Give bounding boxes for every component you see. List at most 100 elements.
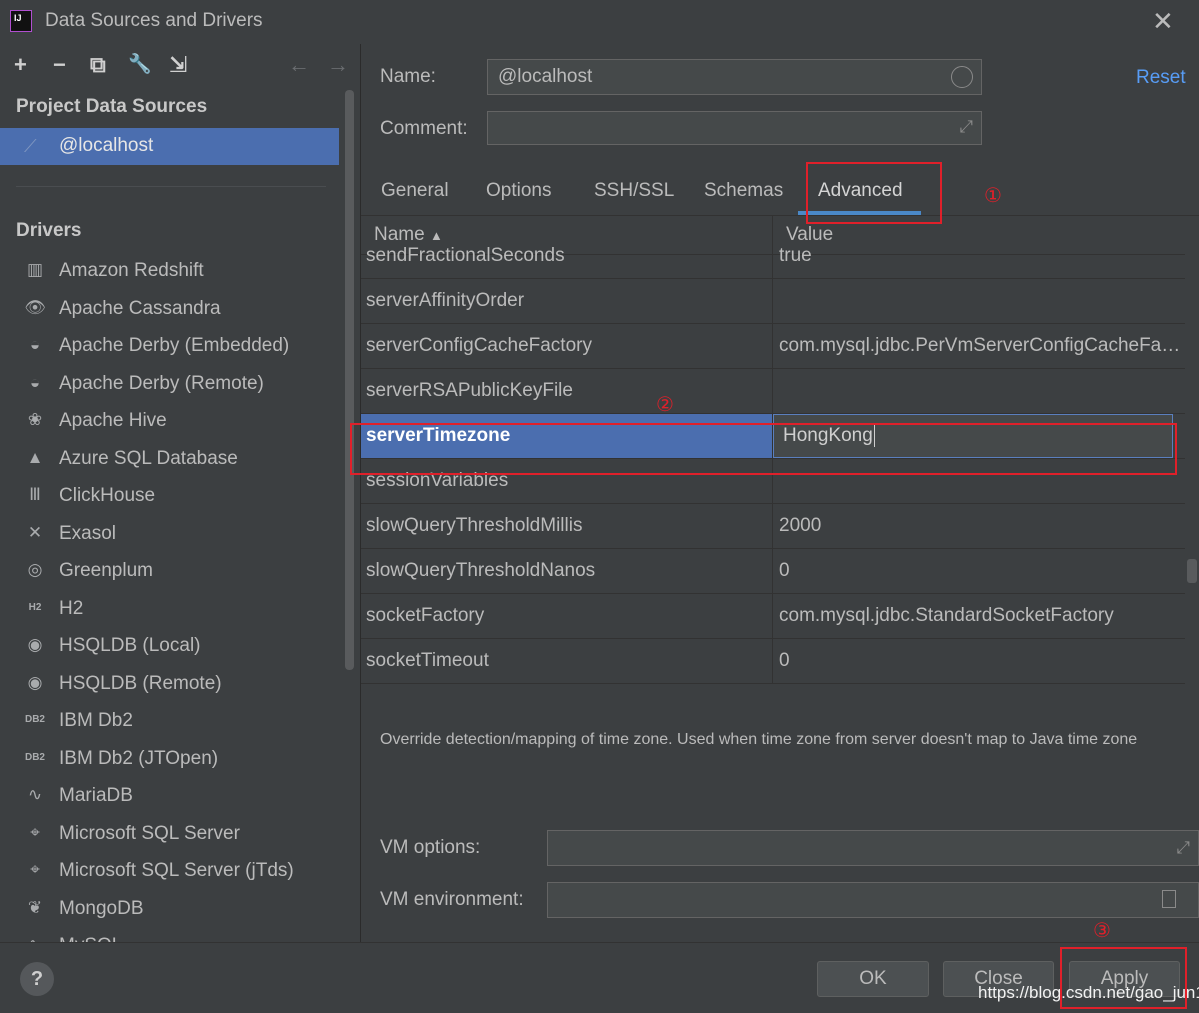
tab-schemas[interactable]: Schemas: [704, 180, 783, 202]
copy-icon[interactable]: ⧉: [90, 52, 106, 78]
table-row[interactable]: socketTimeout 0: [361, 639, 1185, 684]
table-row[interactable]: serverAffinityOrder: [361, 279, 1185, 324]
driver-label: MySQL: [59, 935, 122, 942]
driver-item[interactable]: ◒ Apache Derby (Embedded): [0, 328, 345, 365]
document-icon[interactable]: [1162, 890, 1176, 908]
driver-icon: ◒: [29, 372, 41, 392]
annotation-number-1: ①: [984, 185, 1002, 207]
table-row[interactable]: sendFractionalSeconds true: [361, 234, 1185, 279]
property-value: com.mysql.jdbc.PerVmServerConfigCacheFac…: [779, 335, 1181, 356]
driver-item[interactable]: ∿ MySQL: [0, 928, 345, 942]
name-label: Name:: [380, 66, 436, 87]
driver-icon: DB2: [24, 714, 45, 725]
left-scrollbar[interactable]: [345, 90, 354, 670]
driver-label: Exasol: [59, 522, 117, 544]
driver-label: HSQLDB (Local): [59, 635, 201, 656]
remove-icon[interactable]: −: [53, 52, 66, 78]
import-icon[interactable]: ⇲: [169, 52, 187, 78]
reset-link[interactable]: Reset: [1136, 67, 1186, 89]
driver-icon: ✕: [27, 522, 43, 542]
property-name: slowQueryThresholdNanos: [366, 560, 596, 581]
table-scrollbar-thumb[interactable]: [1187, 559, 1197, 583]
table-row[interactable]: socketFactory com.mysql.jdbc.StandardSock…: [361, 594, 1185, 639]
driver-icon: ∿: [22, 935, 48, 942]
driver-icon: ∿: [27, 785, 43, 804]
driver-item[interactable]: ❀ Apache Hive: [0, 403, 345, 440]
property-value: [779, 369, 1181, 413]
driver-item[interactable]: ◒ Apache Derby (Remote): [0, 366, 345, 403]
annotation-box-servertimezone: [350, 423, 1177, 475]
driver-item[interactable]: ▥ Amazon Redshift: [0, 253, 345, 290]
driver-icon: ◒: [29, 335, 41, 354]
table-row[interactable]: serverRSAPublicKeyFile: [361, 369, 1185, 414]
driver-label: Azure SQL Database: [59, 447, 238, 469]
tab-ssh-ssl[interactable]: SSH/SSL: [594, 180, 674, 202]
color-circle-icon[interactable]: [951, 66, 973, 88]
vm-environment-label: VM environment:: [380, 889, 524, 910]
divider: [16, 186, 326, 187]
driver-label: Apache Derby (Remote): [59, 372, 264, 394]
data-source-item-localhost[interactable]: ⟋ @localhost: [0, 128, 339, 165]
driver-label: Apache Hive: [59, 410, 167, 431]
driver-item[interactable]: H2 H2: [0, 591, 345, 628]
comment-label: Comment:: [380, 118, 468, 139]
help-button[interactable]: ?: [20, 962, 54, 996]
driver-item[interactable]: ◉ HSQLDB (Remote): [0, 666, 345, 703]
driver-icon: DB2: [24, 751, 45, 763]
driver-icon: ❦: [27, 897, 43, 917]
driver-item[interactable]: ◉ HSQLDB (Local): [0, 628, 345, 665]
driver-icon: Ⅲ: [29, 485, 41, 504]
table-row[interactable]: slowQueryThresholdNanos 0: [361, 549, 1185, 594]
annotation-box-advanced: [806, 162, 942, 224]
driver-item[interactable]: ✕ Exasol: [0, 516, 345, 553]
driver-item[interactable]: DB2 IBM Db2 (JTOpen): [0, 741, 345, 778]
close-window-icon[interactable]: ✕: [1152, 6, 1174, 37]
back-arrow-icon[interactable]: ←: [288, 52, 310, 78]
driver-label: MongoDB: [59, 897, 144, 919]
name-value: @localhost: [498, 66, 593, 87]
driver-label: Amazon Redshift: [59, 260, 204, 281]
driver-item[interactable]: ⌖ Microsoft SQL Server (jTds): [0, 853, 345, 890]
forward-arrow-icon[interactable]: →: [327, 52, 349, 78]
driver-label: H2: [59, 597, 84, 619]
vm-options-input[interactable]: ⤢: [547, 830, 1199, 866]
driver-item[interactable]: 👁 Apache Cassandra: [0, 291, 345, 328]
property-value: 2000: [779, 515, 822, 536]
table-scrollbar-track[interactable]: [1185, 254, 1199, 698]
right-pane: Name: @localhost Reset Comment: ⤢ Genera…: [361, 44, 1199, 942]
driver-item[interactable]: ⌖ Microsoft SQL Server: [0, 816, 345, 853]
driver-item[interactable]: ◎ Greenplum: [0, 553, 345, 590]
property-description: Override detection/mapping of time zone.…: [380, 731, 1138, 748]
driver-icon: H2: [28, 601, 42, 613]
expand-icon[interactable]: ⤢: [959, 117, 973, 137]
tab-general[interactable]: General: [381, 180, 449, 202]
ok-button[interactable]: OK: [817, 961, 929, 997]
vm-environment-input[interactable]: [547, 882, 1199, 918]
tab-options[interactable]: Options: [486, 180, 551, 202]
expand-icon[interactable]: ⤢: [1176, 838, 1190, 858]
add-icon[interactable]: +: [14, 52, 27, 78]
driver-item[interactable]: ∿ MariaDB: [0, 778, 345, 815]
driver-item[interactable]: ❦ MongoDB: [0, 891, 345, 928]
drivers-header: Drivers: [16, 220, 82, 241]
driver-label: Apache Derby (Embedded): [59, 335, 290, 356]
driver-label: ClickHouse: [59, 485, 156, 506]
left-pane: + − ⧉ 🔧 ⇲ ← → Project Data Sources ⟋ @lo…: [0, 44, 360, 942]
driver-label: IBM Db2: [59, 710, 133, 731]
comment-input[interactable]: ⤢: [487, 111, 982, 145]
property-value: 0: [779, 560, 790, 581]
name-input[interactable]: @localhost: [487, 59, 982, 95]
driver-icon: ⌖: [30, 860, 40, 879]
table-row[interactable]: slowQueryThresholdMillis 2000: [361, 504, 1185, 549]
driver-item[interactable]: DB2 IBM Db2: [0, 703, 345, 740]
driver-label: Apache Cassandra: [59, 297, 221, 319]
table-row[interactable]: serverConfigCacheFactory com.mysql.jdbc.P…: [361, 324, 1185, 369]
driver-item[interactable]: ▲ Azure SQL Database: [0, 441, 345, 478]
window-title: Data Sources and Drivers: [45, 10, 263, 31]
datasource-icon: ⟋: [24, 136, 37, 156]
property-name: socketTimeout: [366, 650, 489, 671]
driver-icon: ⌖: [30, 822, 40, 842]
wrench-icon[interactable]: 🔧: [128, 52, 152, 76]
driver-label: Greenplum: [59, 560, 153, 581]
driver-item[interactable]: Ⅲ ClickHouse: [0, 478, 345, 515]
